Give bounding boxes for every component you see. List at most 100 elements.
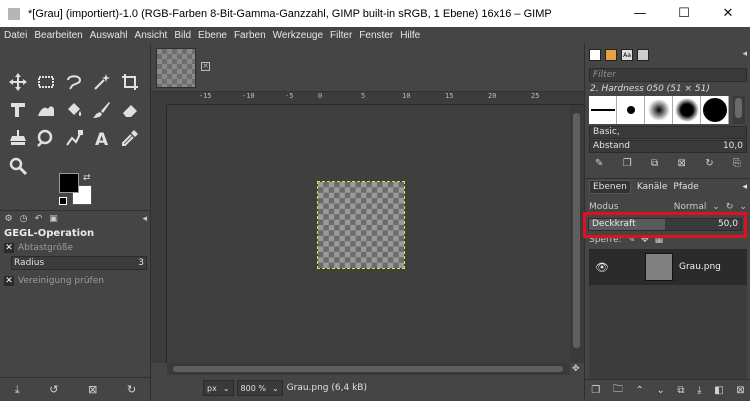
restore-options-icon[interactable]: ↺ [49, 383, 58, 396]
spacing-slider[interactable]: Abstand 10,0 [589, 140, 747, 153]
rect-select-icon[interactable] [32, 68, 60, 96]
horizontal-scrollbar[interactable] [167, 363, 570, 375]
brush-hard-large[interactable] [701, 96, 729, 124]
menu-hilfe[interactable]: Hilfe [400, 30, 420, 41]
layer-row[interactable]: 👁 Grau.png [589, 249, 747, 285]
new-brush-icon[interactable]: ❐ [623, 158, 632, 169]
minimize-button[interactable]: — [618, 0, 662, 27]
panel-menu-icon[interactable]: ◂ [742, 182, 747, 192]
menu-bild[interactable]: Bild [174, 30, 191, 41]
horizontal-scroll-thumb[interactable] [173, 366, 563, 372]
menu-ebene[interactable]: Ebene [198, 30, 227, 41]
merge-checkbox[interactable]: ✕ [4, 276, 14, 286]
menu-auswahl[interactable]: Auswahl [90, 30, 128, 41]
brush-tag-input[interactable]: Basic, [589, 126, 747, 139]
close-image-icon[interactable]: ✕ [201, 62, 210, 71]
brush-filter-input[interactable]: Filter [589, 68, 747, 82]
brush-scroll-thumb[interactable] [735, 98, 742, 118]
brush-soft[interactable] [645, 96, 673, 124]
vertical-scroll-thumb[interactable] [573, 113, 580, 348]
foreground-color[interactable] [59, 173, 79, 193]
reset-options-icon[interactable]: ↻ [127, 383, 136, 396]
eraser-icon[interactable] [116, 96, 144, 124]
bucket-fill-icon[interactable] [60, 96, 88, 124]
refresh-brushes-icon[interactable]: ↻ [705, 158, 713, 169]
layer-name[interactable]: Grau.png [679, 262, 721, 272]
tab-channels[interactable]: Kanäle [637, 182, 668, 192]
ruler-corner[interactable] [151, 92, 167, 105]
menu-filter[interactable]: Filter [330, 30, 352, 41]
delete-layer-icon[interactable]: ⊠ [736, 385, 744, 396]
menu-datei[interactable]: Datei [4, 30, 27, 41]
undo-history-tab-icon[interactable]: ↶ [33, 213, 44, 224]
vertical-scrollbar[interactable] [570, 105, 584, 363]
delete-options-icon[interactable]: ⊠ [88, 383, 97, 396]
tool-options-tab-icon[interactable]: ⚙ [3, 213, 14, 224]
vertical-ruler[interactable] [151, 105, 167, 363]
brush-small[interactable] [617, 96, 645, 124]
maximize-button[interactable]: ☐ [662, 0, 706, 27]
image-thumbnail-tab[interactable] [156, 48, 196, 88]
brushes-tab-icon[interactable] [589, 49, 601, 61]
composite-mode-icon[interactable]: ↻ [726, 202, 734, 212]
reset-colors-icon[interactable] [59, 197, 67, 205]
move-tool-icon[interactable] [4, 68, 32, 96]
lower-layer-icon[interactable]: ⌄ [656, 385, 664, 396]
radius-value[interactable]: 3 [138, 258, 144, 268]
transform-icon[interactable] [4, 96, 32, 124]
visibility-eye-icon[interactable]: 👁 [593, 261, 611, 274]
menu-ansicht[interactable]: Ansicht [135, 30, 168, 41]
horizontal-ruler[interactable]: -15 -10 -5 0 5 10 15 20 25 [167, 92, 584, 105]
image-layer[interactable] [317, 181, 405, 269]
fuzzy-select-icon[interactable] [88, 68, 116, 96]
brush-hardness-050[interactable] [673, 96, 701, 124]
zoom-select[interactable]: 800 % ⌄ [236, 380, 283, 396]
duplicate-brush-icon[interactable]: ⧉ [651, 158, 658, 169]
panel-menu-icon[interactable]: ◂ [742, 49, 747, 59]
close-button[interactable]: ✕ [706, 0, 750, 27]
unit-select[interactable]: px ⌄ [203, 380, 234, 396]
patterns-tab-icon[interactable] [605, 49, 617, 61]
open-brush-icon[interactable]: ⎘ [733, 158, 741, 169]
edit-brush-icon[interactable]: ✎ [595, 158, 603, 169]
crop-icon[interactable] [116, 68, 144, 96]
delete-brush-icon[interactable]: ⊠ [678, 158, 686, 169]
sample-size-checkbox[interactable]: ✕ [4, 243, 14, 253]
text-icon[interactable]: A [88, 124, 116, 152]
panel-menu-icon[interactable]: ◂ [142, 214, 147, 224]
smudge-icon[interactable] [32, 124, 60, 152]
menu-bearbeiten[interactable]: Bearbeiten [34, 30, 82, 41]
brush-line[interactable] [589, 96, 617, 124]
layer-mask-icon[interactable]: ◧ [714, 385, 723, 396]
clone-icon[interactable] [4, 124, 32, 152]
swap-colors-icon[interactable]: ⇄ [83, 173, 91, 183]
radius-spinner[interactable]: Radius 3 [11, 256, 147, 270]
mode-select[interactable]: Normal [674, 202, 707, 212]
tab-layers[interactable]: Ebenen [589, 179, 631, 194]
document-history-tab-icon[interactable] [637, 49, 649, 61]
fonts-tab-icon[interactable]: Aa [621, 49, 633, 61]
brush-scrollbar[interactable] [733, 96, 745, 124]
merge-layer-icon[interactable]: ⤓ [697, 385, 701, 396]
new-layer-group-icon[interactable]: 🗀 [613, 382, 623, 399]
images-tab-icon[interactable]: ▣ [48, 213, 59, 224]
zoom-icon[interactable] [4, 152, 32, 180]
chevron-down-icon[interactable]: ⌄ [712, 202, 720, 212]
new-layer-icon[interactable]: ❐ [591, 385, 600, 396]
spacing-value[interactable]: 10,0 [723, 141, 743, 152]
raise-layer-icon[interactable]: ⌃ [635, 385, 643, 396]
color-picker-icon[interactable] [116, 124, 144, 152]
chevron-down-icon[interactable]: ⌄ [739, 202, 747, 212]
device-status-tab-icon[interactable]: ◷ [18, 213, 29, 224]
paintbrush-icon[interactable] [88, 96, 116, 124]
menu-werkzeuge[interactable]: Werkzeuge [273, 30, 323, 41]
tab-paths[interactable]: Pfade [673, 182, 698, 192]
path-icon[interactable] [60, 124, 88, 152]
menu-farben[interactable]: Farben [234, 30, 266, 41]
save-options-icon[interactable]: ⤓ [15, 383, 20, 397]
free-select-icon[interactable] [60, 68, 88, 96]
menu-fenster[interactable]: Fenster [359, 30, 393, 41]
navigate-icon[interactable]: ✥ [572, 364, 580, 374]
warp-icon[interactable] [32, 96, 60, 124]
duplicate-layer-icon[interactable]: ⧉ [677, 385, 684, 396]
